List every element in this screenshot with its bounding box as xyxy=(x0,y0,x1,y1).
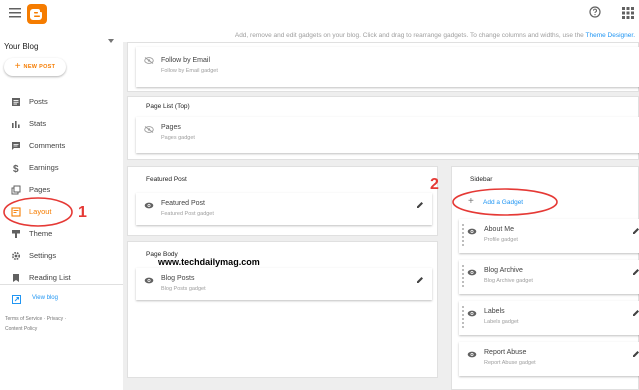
annotation-number-1: 1 xyxy=(78,204,87,221)
layout-highlight-ellipse xyxy=(3,197,73,227)
watermark-text: www.techdailymag.com xyxy=(158,257,260,267)
add-gadget-highlight-ellipse xyxy=(452,188,558,216)
annotation-overlay xyxy=(3,188,558,227)
annotation-number-2: 2 xyxy=(430,176,439,193)
